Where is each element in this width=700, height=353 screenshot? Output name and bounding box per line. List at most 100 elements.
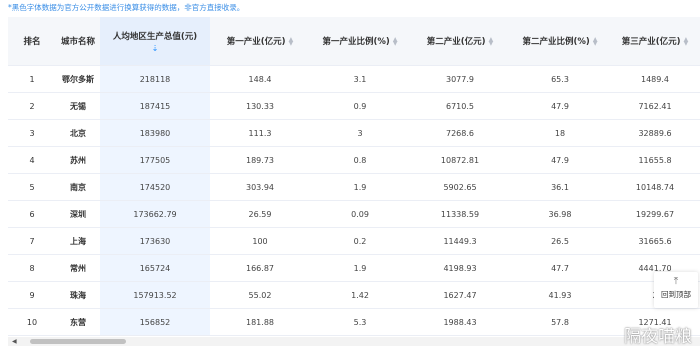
cell-rank: 8 xyxy=(8,254,56,282)
cell-secondary-ratio: 47.7 xyxy=(510,254,610,282)
cell-secondary: 10872.81 xyxy=(410,146,510,174)
sort-icon[interactable]: ▲ ▼ xyxy=(489,36,494,46)
table-row: 6 深圳 173662.79 26.59 0.09 11338.59 36.98… xyxy=(8,200,700,228)
cell-tertiary: 19299.67 xyxy=(610,200,700,228)
cell-secondary: 5902.65 xyxy=(410,173,510,201)
header-secondary-ratio[interactable]: 第二产业比例(%) ▲ ▼ xyxy=(510,17,610,66)
cell-tertiary: 31665.6 xyxy=(610,227,700,255)
table-row: 3 北京 183980 111.3 3 7268.6 18 32889.6 xyxy=(8,119,700,147)
header-tertiary[interactable]: 第三产业(亿元) ▲ ▼ xyxy=(610,17,700,66)
cell-primary-ratio: 0.9 xyxy=(310,92,410,120)
cell-gdp: 173630 xyxy=(100,227,210,255)
cell-secondary-ratio: 36.98 xyxy=(510,200,610,228)
cell-tertiary: 7162.41 xyxy=(610,92,700,120)
cell-primary-ratio: 1.9 xyxy=(310,254,410,282)
cell-gdp: 218118 xyxy=(100,65,210,93)
cell-secondary: 1627.47 xyxy=(410,281,510,309)
cell-rank: 2 xyxy=(8,92,56,120)
cell-secondary-ratio: 65.3 xyxy=(510,65,610,93)
cell-city: 深圳 xyxy=(56,200,100,228)
cell-primary: 55.02 xyxy=(210,281,310,309)
cell-primary: 111.3 xyxy=(210,119,310,147)
city-ranking-table: 排名 城市名称 人均地区生产总值(元) ⇣ 第一产业(亿元) ▲ ▼ 第一产业比例(… xyxy=(8,17,700,336)
cell-rank: 10 xyxy=(8,308,56,336)
cell-gdp: 156852 xyxy=(100,308,210,336)
table-row: 8 常州 165724 166.87 1.9 4198.93 47.7 4441… xyxy=(8,254,700,282)
cell-secondary: 11449.3 xyxy=(410,227,510,255)
cell-secondary-ratio: 57.8 xyxy=(510,308,610,336)
cell-primary: 148.4 xyxy=(210,65,310,93)
cell-primary-ratio: 3 xyxy=(310,119,410,147)
cell-primary: 189.73 xyxy=(210,146,310,174)
cell-city: 上海 xyxy=(56,227,100,255)
cell-rank: 5 xyxy=(8,173,56,201)
cell-tertiary: 1489.4 xyxy=(610,65,700,93)
cell-secondary-ratio: 36.1 xyxy=(510,173,610,201)
cell-primary-ratio: 1.42 xyxy=(310,281,410,309)
cell-city: 无锡 xyxy=(56,92,100,120)
cell-primary-ratio: 0.09 xyxy=(310,200,410,228)
cell-gdp: 165724 xyxy=(100,254,210,282)
sort-icon[interactable]: ▲ ▼ xyxy=(393,36,398,46)
table-row: 5 南京 174520 303.94 1.9 5902.65 36.1 1014… xyxy=(8,173,700,201)
back-to-top-button[interactable]: ⤒ 回到顶部 xyxy=(654,272,698,308)
table-header-row: 排名 城市名称 人均地区生产总值(元) ⇣ 第一产业(亿元) ▲ ▼ 第一产业比例(… xyxy=(8,17,700,66)
cell-city: 鄂尔多斯 xyxy=(56,65,100,93)
back-to-top-label: 回到顶部 xyxy=(661,290,691,299)
scrollbar-thumb[interactable] xyxy=(30,339,126,344)
watermark: 隔夜喵粮 xyxy=(624,327,692,347)
cell-primary: 166.87 xyxy=(210,254,310,282)
sort-down-icon[interactable]: ⇣ xyxy=(100,44,210,53)
cell-primary: 181.88 xyxy=(210,308,310,336)
header-primary-ratio[interactable]: 第一产业比例(%) ▲ ▼ xyxy=(310,17,410,66)
cell-tertiary: 32889.6 xyxy=(610,119,700,147)
cell-gdp: 157913.52 xyxy=(100,281,210,309)
table-row: 7 上海 173630 100 0.2 11449.3 26.5 31665.6 xyxy=(8,227,700,255)
cell-city: 常州 xyxy=(56,254,100,282)
cell-rank: 7 xyxy=(8,227,56,255)
cell-gdp: 174520 xyxy=(100,173,210,201)
cell-secondary: 3077.9 xyxy=(410,65,510,93)
cell-secondary: 11338.59 xyxy=(410,200,510,228)
sort-icon[interactable]: ▲ ▼ xyxy=(289,36,294,46)
cell-gdp: 173662.79 xyxy=(100,200,210,228)
cell-secondary-ratio: 26.5 xyxy=(510,227,610,255)
cell-city: 南京 xyxy=(56,173,100,201)
cell-secondary: 1988.43 xyxy=(410,308,510,336)
sort-icon[interactable]: ▲ ▼ xyxy=(593,36,598,46)
cell-primary: 100 xyxy=(210,227,310,255)
cell-gdp: 177505 xyxy=(100,146,210,174)
cell-rank: 4 xyxy=(8,146,56,174)
cell-tertiary: 10148.74 xyxy=(610,173,700,201)
cell-primary: 26.59 xyxy=(210,200,310,228)
table-row: 4 苏州 177505 189.73 0.8 10872.81 47.9 116… xyxy=(8,146,700,174)
cell-primary-ratio: 5.3 xyxy=(310,308,410,336)
horizontal-scrollbar[interactable]: ◀ xyxy=(8,337,700,346)
scroll-left-icon[interactable]: ◀ xyxy=(12,337,17,346)
header-gdp-per-capita[interactable]: 人均地区生产总值(元) ⇣ xyxy=(100,17,210,66)
table-row: 1 鄂尔多斯 218118 148.4 3.1 3077.9 65.3 1489… xyxy=(8,65,700,93)
cell-gdp: 187415 xyxy=(100,92,210,120)
cell-city: 东营 xyxy=(56,308,100,336)
header-secondary[interactable]: 第二产业(亿元) ▲ ▼ xyxy=(410,17,510,66)
cell-primary-ratio: 1.9 xyxy=(310,173,410,201)
cell-gdp: 183980 xyxy=(100,119,210,147)
cell-primary-ratio: 3.1 xyxy=(310,65,410,93)
cell-primary-ratio: 0.2 xyxy=(310,227,410,255)
table-row: 2 无锡 187415 130.33 0.9 6710.5 47.9 7162.… xyxy=(8,92,700,120)
cell-primary: 130.33 xyxy=(210,92,310,120)
cell-tertiary: 11655.8 xyxy=(610,146,700,174)
table-row: 10 东营 156852 181.88 5.3 1988.43 57.8 127… xyxy=(8,308,700,336)
data-note: *黑色字体数据为官方公开数据进行换算获得的数据，非官方直接收录。 xyxy=(8,3,245,12)
cell-secondary-ratio: 47.9 xyxy=(510,146,610,174)
cell-secondary: 7268.6 xyxy=(410,119,510,147)
cell-primary-ratio: 0.8 xyxy=(310,146,410,174)
cell-rank: 3 xyxy=(8,119,56,147)
header-primary[interactable]: 第一产业(亿元) ▲ ▼ xyxy=(210,17,310,66)
sort-icon[interactable]: ▲ ▼ xyxy=(684,36,689,46)
cell-rank: 6 xyxy=(8,200,56,228)
cell-city: 苏州 xyxy=(56,146,100,174)
table-row: 9 珠海 157913.52 55.02 1.42 1627.47 41.93 … xyxy=(8,281,700,309)
header-rank: 排名 xyxy=(8,17,56,66)
cell-secondary-ratio: 47.9 xyxy=(510,92,610,120)
